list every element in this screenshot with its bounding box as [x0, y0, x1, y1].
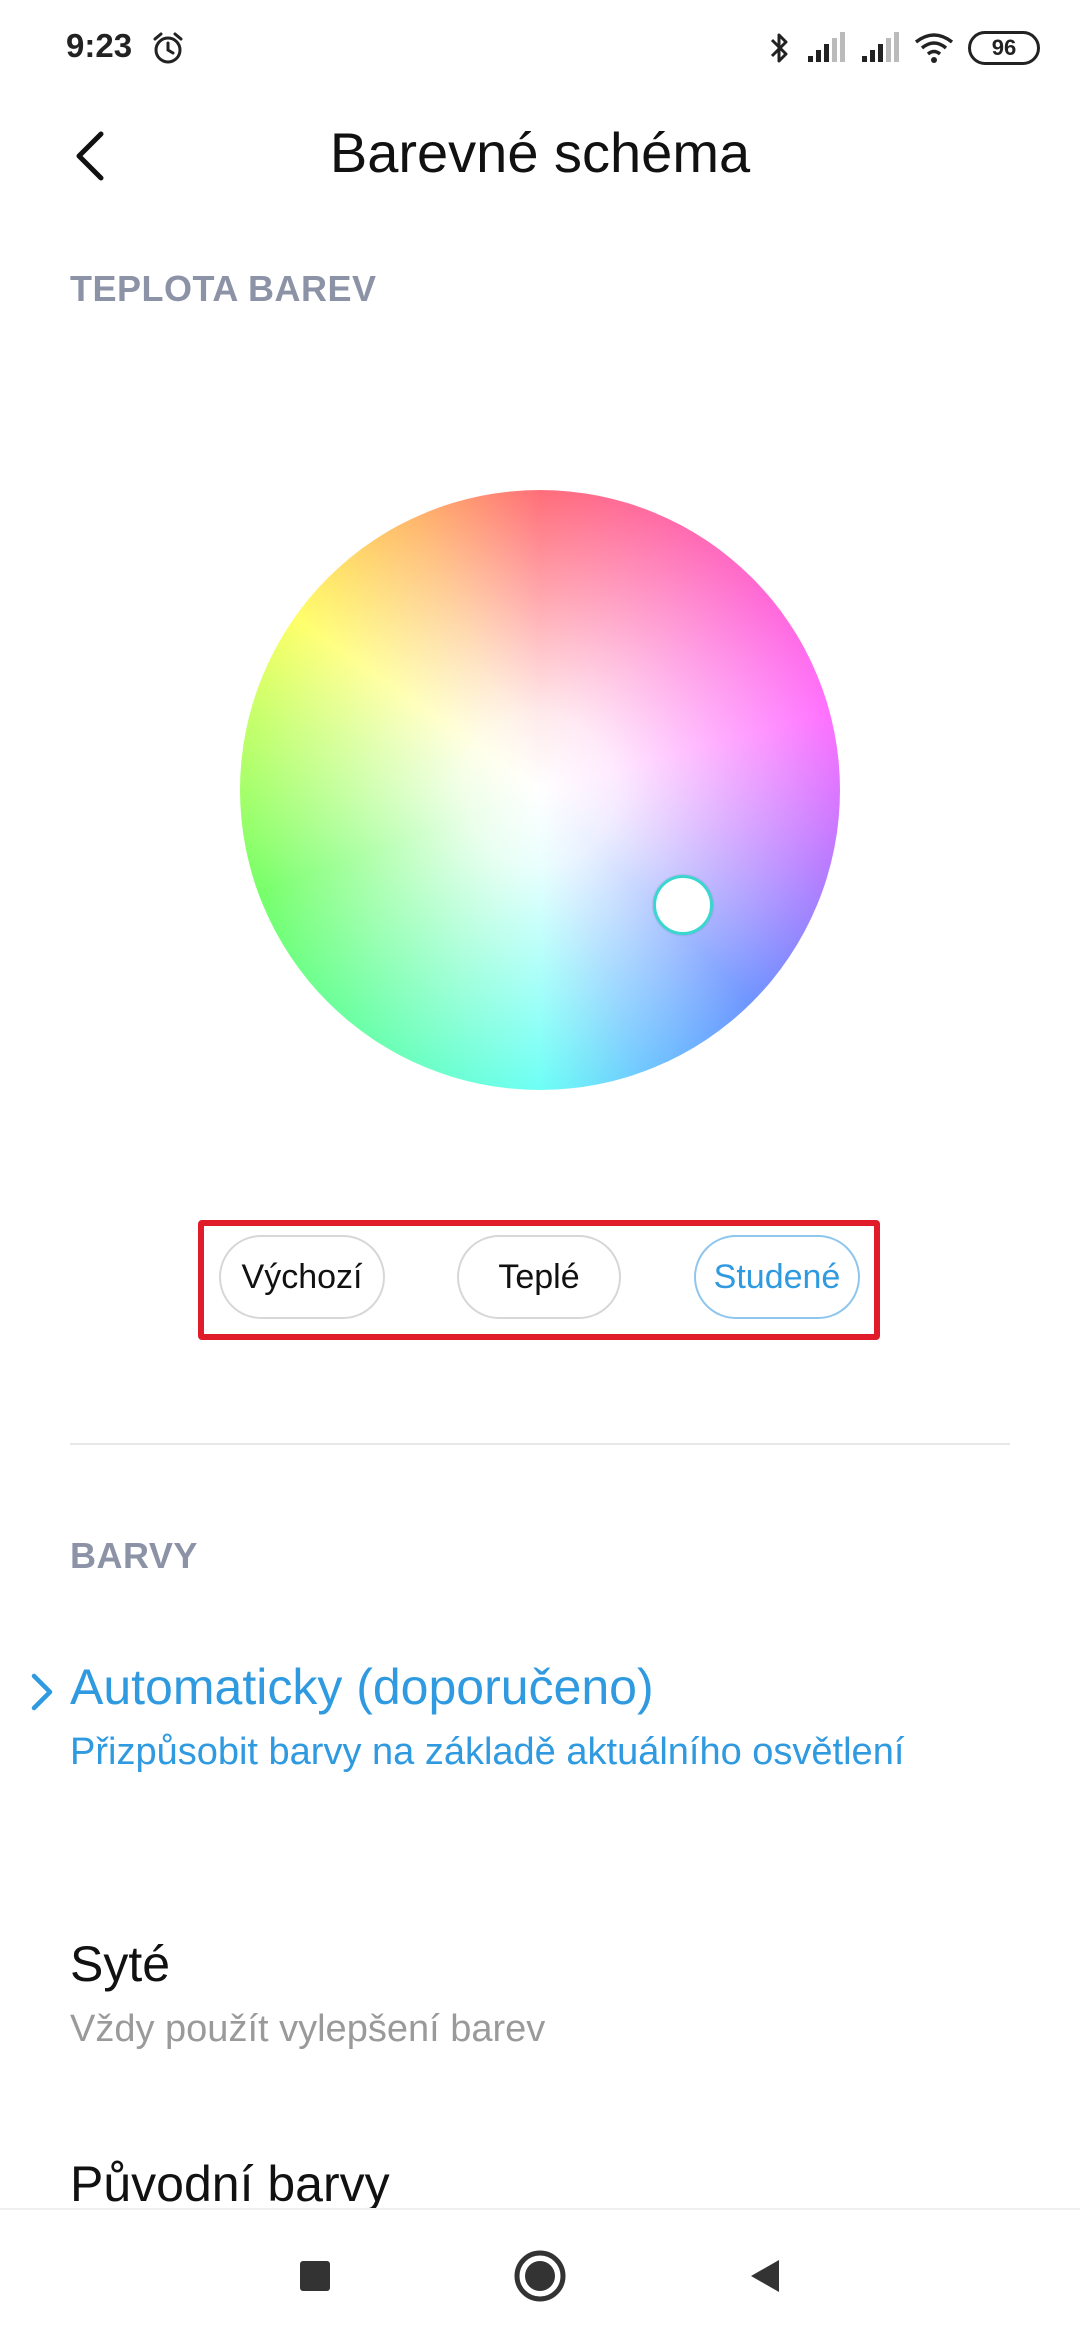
- preset-cool-button[interactable]: Studené: [694, 1235, 860, 1319]
- recents-button[interactable]: [275, 2236, 355, 2316]
- section-title-temperature: TEPLOTA BAREV: [70, 268, 377, 309]
- status-icons: 96: [768, 28, 1040, 68]
- signal-icon: [808, 32, 845, 62]
- home-button[interactable]: [500, 2236, 580, 2316]
- option-original[interactable]: Původní barvy: [70, 2155, 1010, 2213]
- preset-warm-button[interactable]: Teplé: [457, 1235, 621, 1319]
- preset-default-button[interactable]: Výchozí: [219, 1235, 385, 1319]
- section-title-colors: BARVY: [70, 1535, 198, 1576]
- option-title: Automaticky (doporučeno): [70, 1659, 654, 1715]
- bluetooth-icon: [770, 33, 788, 63]
- status-time: 9:23: [66, 27, 133, 64]
- option-saturated[interactable]: Syté Vždy použít vylepšení barev: [70, 1935, 1010, 2054]
- selected-chevron-icon: [31, 1673, 53, 1711]
- color-wheel-handle[interactable]: [653, 875, 713, 935]
- alarm-icon: [153, 32, 183, 64]
- option-title: Původní barvy: [70, 2156, 390, 2212]
- status-bar: 9:23 96: [0, 0, 1080, 96]
- top-app-bar: Barevné schéma: [0, 100, 1080, 220]
- option-automatic[interactable]: Automaticky (doporučeno) Přizpůsobit bar…: [70, 1658, 1010, 1777]
- navigation-bar: [0, 2208, 1080, 2340]
- option-title: Syté: [70, 1936, 171, 1992]
- wifi-icon: [914, 33, 954, 63]
- recents-square-icon: [300, 2261, 330, 2291]
- back-triangle-icon: [751, 2260, 779, 2292]
- screen: 9:23 96 Barevné schéma TEPLOTA BAREV Výc…: [0, 0, 1080, 2340]
- home-circle-icon: [514, 2250, 566, 2302]
- option-subtitle: Přizpůsobit barvy na základě aktuálního …: [70, 1731, 905, 1773]
- color-temperature-wheel[interactable]: [240, 490, 840, 1090]
- divider: [70, 1443, 1010, 1445]
- page-title: Barevné schéma: [329, 121, 751, 184]
- signal-icon: [862, 32, 899, 62]
- option-subtitle: Vždy použít vylepšení barev: [70, 2008, 546, 2050]
- battery-icon: 96: [968, 31, 1040, 65]
- nav-back-button[interactable]: [725, 2236, 805, 2316]
